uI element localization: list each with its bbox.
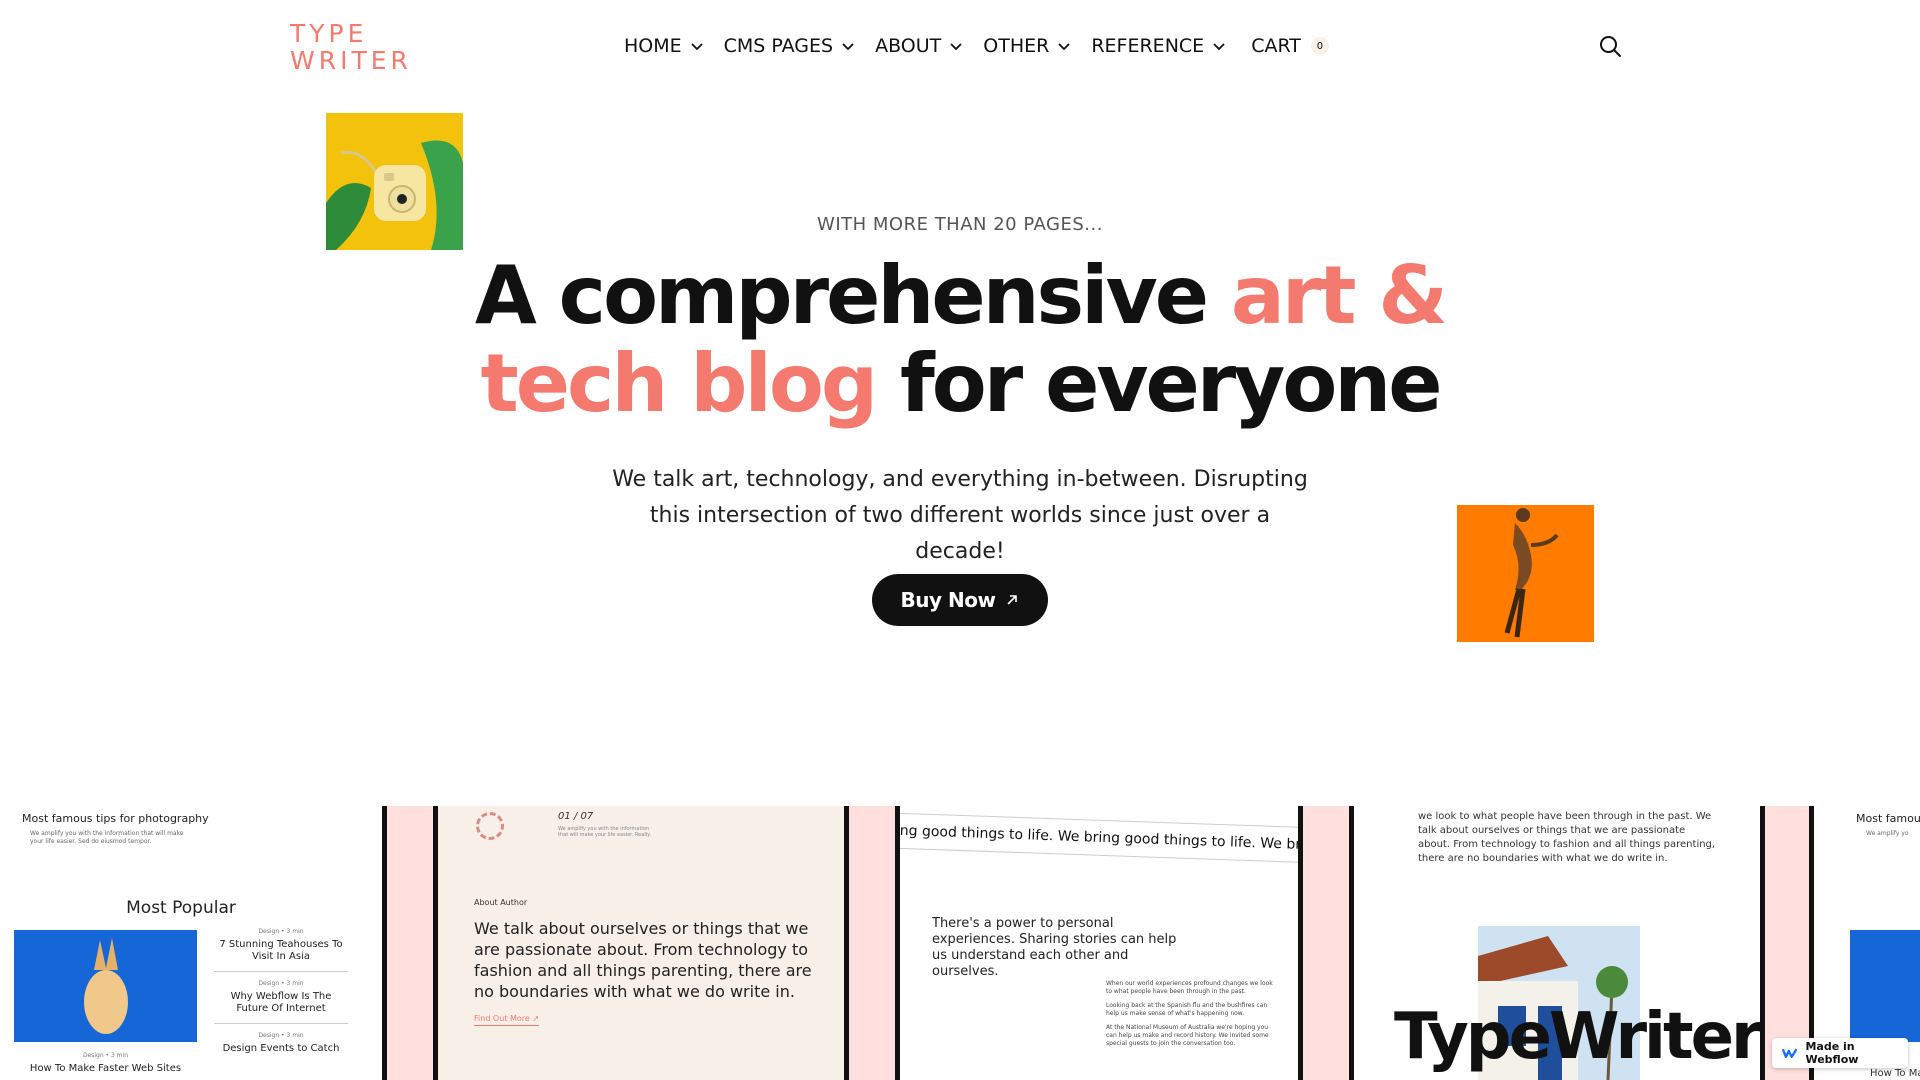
nav-cms-pages-label: CMS PAGES	[723, 35, 834, 57]
showcase-panel-about[interactable]: 01 / 07 We amplify you with the informat…	[438, 806, 844, 1080]
headline-accent-1: art &	[1230, 249, 1448, 342]
showcase-panel-brand[interactable]: we look to what people have been through…	[1354, 806, 1760, 1080]
nav-home[interactable]: HOME	[624, 35, 704, 57]
stories-lead: There's a power to personal experiences.…	[932, 916, 1177, 979]
slide-counter-sub: We amplify you with the information that…	[558, 826, 651, 838]
chevron-down-icon	[950, 43, 962, 51]
headline-accent-2: tech blog	[480, 337, 879, 430]
divider	[214, 1023, 348, 1024]
showcase-strip: Most famous tips for photography We ampl…	[0, 806, 1920, 1080]
cart-label: CART	[1251, 35, 1301, 57]
stories-paragraph: Looking back at the Spanish flu and the …	[1106, 1002, 1268, 1017]
feature-title[interactable]: How To Ma	[1870, 1068, 1920, 1079]
stories-paragraph: At the National Museum of Australia we'r…	[1106, 1024, 1269, 1047]
nav-about-label: ABOUT	[875, 35, 942, 57]
list-item-meta: Design • 3 min	[258, 1032, 304, 1039]
loader-ring-icon	[476, 812, 504, 840]
chevron-down-icon	[1058, 43, 1070, 51]
tip-title: Most famous tips for photography	[22, 812, 209, 825]
nav-home-label: HOME	[624, 35, 682, 57]
buy-now-label: Buy Now	[900, 588, 996, 612]
tip-text: We amplify you with the information that…	[30, 830, 184, 845]
buy-now-button[interactable]: Buy Now	[872, 574, 1048, 626]
showcase-panel-popular[interactable]: Most famous tips for photography We ampl…	[0, 806, 382, 1080]
pineapple-photo	[1850, 930, 1920, 1042]
panel-separator	[844, 806, 900, 1080]
feature-meta: Design • 3 min	[82, 1052, 129, 1059]
stories-body: When our world experiences profound chan…	[1106, 980, 1274, 1054]
find-out-more-link[interactable]: Find Out More ↗	[474, 1014, 540, 1026]
logo-line-1: TYPE	[290, 19, 368, 48]
list-item-meta: Design • 3 min	[258, 980, 304, 987]
chevron-down-icon	[842, 43, 854, 51]
main-nav: HOME CMS PAGES ABOUT OTHER REFERENCE CAR…	[624, 32, 1329, 60]
cart-button[interactable]: CART 0	[1251, 35, 1329, 57]
logo-line-2: WRITER	[290, 46, 412, 75]
slide-counter: 01 / 07	[558, 811, 594, 822]
pineapple-illustration	[14, 930, 197, 1042]
stories-paragraph: When our world experiences profound chan…	[1106, 980, 1273, 995]
headline-part-1: A comprehensive	[474, 249, 1231, 342]
list-item-title[interactable]: Design Events to Catch	[214, 1043, 348, 1055]
brand-wordmark: TypeWriter	[1394, 1000, 1760, 1074]
cart-count-badge: 0	[1310, 37, 1329, 55]
chevron-down-icon	[1213, 43, 1225, 51]
brand-intro-text: we look to what people have been through…	[1418, 811, 1716, 864]
panel-separator	[1298, 806, 1354, 1080]
made-in-webflow-label: Made in Webflow	[1805, 1040, 1859, 1066]
nav-other-label: OTHER	[983, 35, 1050, 57]
tip-title: Most famous	[1856, 812, 1920, 825]
tip-text: We amplify yo	[1866, 830, 1909, 837]
hero-subtitle: We talk art, technology, and everything …	[612, 467, 1308, 564]
list-item-meta: Design • 3 min	[258, 928, 304, 935]
about-author-label: About Author	[474, 898, 528, 907]
pineapple-photo	[14, 930, 197, 1042]
feature-title[interactable]: How To Make Faster Web Sites	[14, 1063, 197, 1074]
chevron-down-icon	[691, 43, 703, 51]
dancer-photo	[1457, 505, 1594, 642]
arrow-up-right-icon	[1007, 595, 1018, 605]
about-author-text: We talk about ourselves or things that w…	[474, 919, 812, 1001]
site-logo[interactable]: TYPE WRITER	[290, 20, 412, 74]
webflow-logo-icon	[1782, 1048, 1798, 1059]
nav-cms-pages[interactable]: CMS PAGES	[724, 35, 855, 57]
made-in-webflow-badge[interactable]: Made in Webflow	[1772, 1038, 1908, 1068]
ticker-band: ring good things to life. We bring good …	[900, 812, 1298, 864]
list-item-title[interactable]: 7 Stunning Teahouses To Visit In Asia	[214, 939, 348, 963]
divider	[214, 971, 348, 972]
nav-other[interactable]: OTHER	[983, 35, 1071, 57]
hero-headline: A comprehensive art & tech blog for ever…	[0, 252, 1920, 428]
hero-eyebrow: WITH MORE THAN 20 PAGES...	[817, 214, 1103, 235]
headline-part-2: for everyone	[875, 337, 1443, 430]
panel-separator	[382, 806, 438, 1080]
feature-caption: Design • 3 min How To Make Faster Web Si…	[14, 1052, 197, 1074]
list-item-title[interactable]: Why Webflow Is The Future Of Internet	[214, 991, 348, 1015]
most-popular-title: Most Popular	[126, 898, 236, 918]
showcase-panel-stories[interactable]: ring good things to life. We bring good …	[900, 806, 1298, 1080]
nav-reference-label: REFERENCE	[1091, 35, 1205, 57]
dancer-illustration	[1457, 505, 1594, 642]
search-icon[interactable]	[1598, 34, 1622, 58]
nav-reference[interactable]: REFERENCE	[1091, 35, 1226, 57]
popular-list: Design • 3 min 7 Stunning Teahouses To V…	[214, 928, 348, 1055]
nav-about[interactable]: ABOUT	[875, 35, 963, 57]
